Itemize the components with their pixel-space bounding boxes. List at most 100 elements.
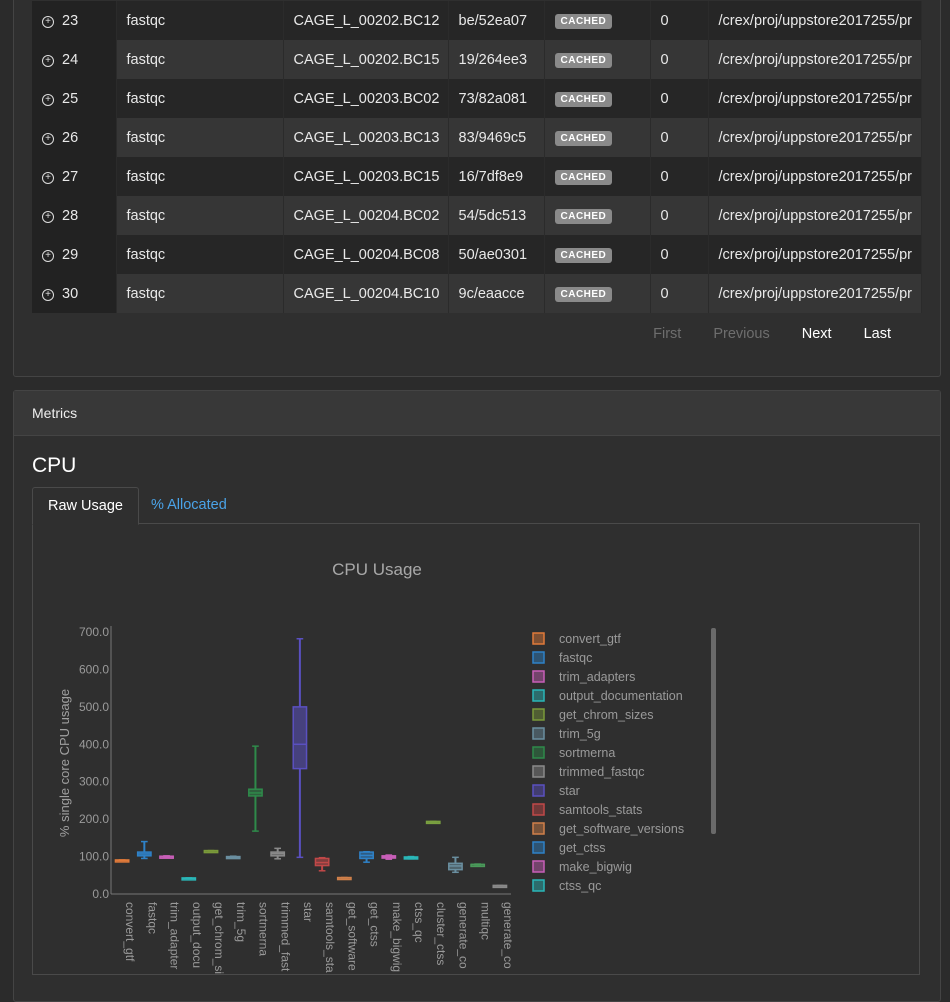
- cpu-tabs: Raw Usage % Allocated: [32, 487, 920, 525]
- pager-first-button[interactable]: First: [637, 326, 697, 342]
- plus-circle-icon[interactable]: +: [42, 93, 54, 106]
- legend-item-sortmerna: sortmerna: [559, 746, 615, 760]
- legend-item-ctss_qc: ctss_qc: [559, 879, 601, 893]
- task-index: 23: [62, 12, 79, 29]
- hash-cell: be/52ea07: [448, 1, 545, 40]
- plus-circle-icon[interactable]: +: [42, 15, 54, 28]
- tag-cell: CAGE_L_00202.BC12: [283, 1, 449, 40]
- hash-cell: 54/5dc513: [448, 196, 545, 235]
- table-row[interactable]: +27 fastqc CAGE_L_00203.BC15 16/7df8e9 CACHE…: [32, 157, 922, 196]
- task-index: 26: [62, 129, 79, 146]
- table-row[interactable]: +29 fastqc CAGE_L_00204.BC08 50/ae0301 CACHE…: [32, 235, 922, 274]
- workdir-cell: /crex/proj/uppstore2017255/pr: [708, 196, 922, 235]
- hash-cell: 9c/eaacce: [448, 274, 545, 313]
- legend-item-get_software_versions: get_software_versions: [559, 822, 684, 836]
- task-index-cell[interactable]: +23: [32, 1, 117, 40]
- cpu-usage-chart: CPU Usage % single core CPU usage 0.0 100.0…: [57, 560, 716, 974]
- hash-cell: 50/ae0301: [448, 235, 545, 274]
- legend-item-trimmed_fastqc: trimmed_fastqc: [559, 765, 644, 779]
- tab-percent-allocated[interactable]: % Allocated: [136, 487, 242, 523]
- status-cell: CACHED: [544, 157, 651, 196]
- legend-swatch: [532, 670, 545, 683]
- y-tick-label: 0.0: [92, 887, 109, 901]
- workdir-cell: /crex/proj/uppstore2017255/pr: [708, 1, 922, 40]
- tag-cell: CAGE_L_00202.BC15: [283, 40, 449, 79]
- plus-circle-icon[interactable]: +: [42, 210, 54, 223]
- task-index-cell[interactable]: +28: [32, 196, 117, 235]
- y-tick-label: 300.0: [79, 775, 109, 789]
- x-tick-label: sortmerna: [256, 902, 270, 956]
- x-tick-label: fastqc: [145, 902, 159, 934]
- exit-cell: 0: [650, 157, 709, 196]
- legend-swatch: [532, 803, 545, 816]
- table-row[interactable]: +26 fastqc CAGE_L_00203.BC13 83/9469c5 CACHE…: [32, 118, 922, 157]
- pager-previous-button[interactable]: Previous: [697, 326, 785, 342]
- status-cell: CACHED: [544, 79, 651, 118]
- cpu-chart-container: CPU Usage % single core CPU usage 0.0 100.0…: [32, 523, 920, 975]
- plus-circle-icon[interactable]: +: [42, 288, 54, 301]
- hash-cell: 16/7df8e9: [448, 157, 545, 196]
- table-row[interactable]: +30 fastqc CAGE_L_00204.BC10 9c/eaacce CACHE…: [32, 274, 922, 313]
- metrics-panel: Metrics CPU Raw Usage % Allocated CPU Us…: [13, 390, 941, 1002]
- task-index-cell[interactable]: +27: [32, 157, 117, 196]
- task-index-cell[interactable]: +25: [32, 79, 117, 118]
- process-cell: fastqc: [116, 118, 284, 157]
- legend-scrollbar[interactable]: [711, 628, 716, 834]
- x-tick-label: get_chrom_si: [212, 902, 226, 974]
- plus-circle-icon[interactable]: +: [42, 249, 54, 262]
- exit-cell: 0: [650, 40, 709, 79]
- exit-cell: 0: [650, 196, 709, 235]
- x-tick-label: ctss_qc: [412, 902, 426, 943]
- status-cell: CACHED: [544, 40, 651, 79]
- legend-swatch: [532, 879, 545, 892]
- task-index: 29: [62, 246, 79, 263]
- task-index: 30: [62, 285, 79, 302]
- task-index: 25: [62, 90, 79, 107]
- process-cell: fastqc: [116, 1, 284, 40]
- legend-item-get_chrom_sizes: get_chrom_sizes: [559, 708, 654, 722]
- legend-swatch: [532, 727, 545, 740]
- status-badge: CACHED: [554, 53, 613, 68]
- task-index-cell[interactable]: +26: [32, 118, 117, 157]
- task-index-cell[interactable]: +30: [32, 274, 117, 313]
- plus-circle-icon[interactable]: +: [42, 54, 54, 67]
- tag-cell: CAGE_L_00203.BC13: [283, 118, 449, 157]
- process-cell: fastqc: [116, 79, 284, 118]
- table-row[interactable]: +25 fastqc CAGE_L_00203.BC02 73/82a081 CACHE…: [32, 79, 922, 118]
- legend-item-star: star: [559, 784, 580, 798]
- task-index-cell[interactable]: +24: [32, 40, 117, 79]
- status-badge: CACHED: [554, 287, 613, 302]
- hash-cell: 73/82a081: [448, 79, 545, 118]
- box-star: [292, 706, 308, 770]
- status-cell: CACHED: [544, 118, 651, 157]
- tag-cell: CAGE_L_00204.BC02: [283, 196, 449, 235]
- legend-swatch: [532, 651, 545, 664]
- tag-cell: CAGE_L_00204.BC08: [283, 235, 449, 274]
- y-tick-label: 500.0: [79, 700, 109, 714]
- legend-swatch: [532, 746, 545, 759]
- pager-last-button[interactable]: Last: [848, 326, 907, 342]
- x-tick-label: get_ctss: [368, 902, 382, 947]
- tasks-table: +23 fastqc CAGE_L_00202.BC12 be/52ea07 CACHE…: [32, 1, 922, 313]
- exit-cell: 0: [650, 1, 709, 40]
- status-badge: CACHED: [554, 14, 613, 29]
- tag-cell: CAGE_L_00204.BC10: [283, 274, 449, 313]
- plus-circle-icon[interactable]: +: [42, 171, 54, 184]
- tab-raw-usage[interactable]: Raw Usage: [32, 487, 139, 525]
- table-row[interactable]: +23 fastqc CAGE_L_00202.BC12 be/52ea07 CACHE…: [32, 1, 922, 40]
- pager-next-button[interactable]: Next: [786, 326, 848, 342]
- task-index-cell[interactable]: +29: [32, 235, 117, 274]
- hash-cell: 19/264ee3: [448, 40, 545, 79]
- table-row[interactable]: +24 fastqc CAGE_L_00202.BC15 19/264ee3 CACHE…: [32, 40, 922, 79]
- workdir-cell: /crex/proj/uppstore2017255/pr: [708, 274, 922, 313]
- process-cell: fastqc: [116, 196, 284, 235]
- table-row[interactable]: +28 fastqc CAGE_L_00204.BC02 54/5dc513 CACHE…: [32, 196, 922, 235]
- chart-ylabel: % single core CPU usage: [57, 689, 72, 837]
- legend-swatch: [532, 765, 545, 778]
- task-index: 24: [62, 51, 79, 68]
- plus-circle-icon[interactable]: +: [42, 132, 54, 145]
- status-badge: CACHED: [554, 170, 613, 185]
- tasks-panel: +23 fastqc CAGE_L_00202.BC12 be/52ea07 CACHE…: [13, 0, 941, 377]
- x-tick-label: trim_adapter: [168, 902, 182, 969]
- status-cell: CACHED: [544, 235, 651, 274]
